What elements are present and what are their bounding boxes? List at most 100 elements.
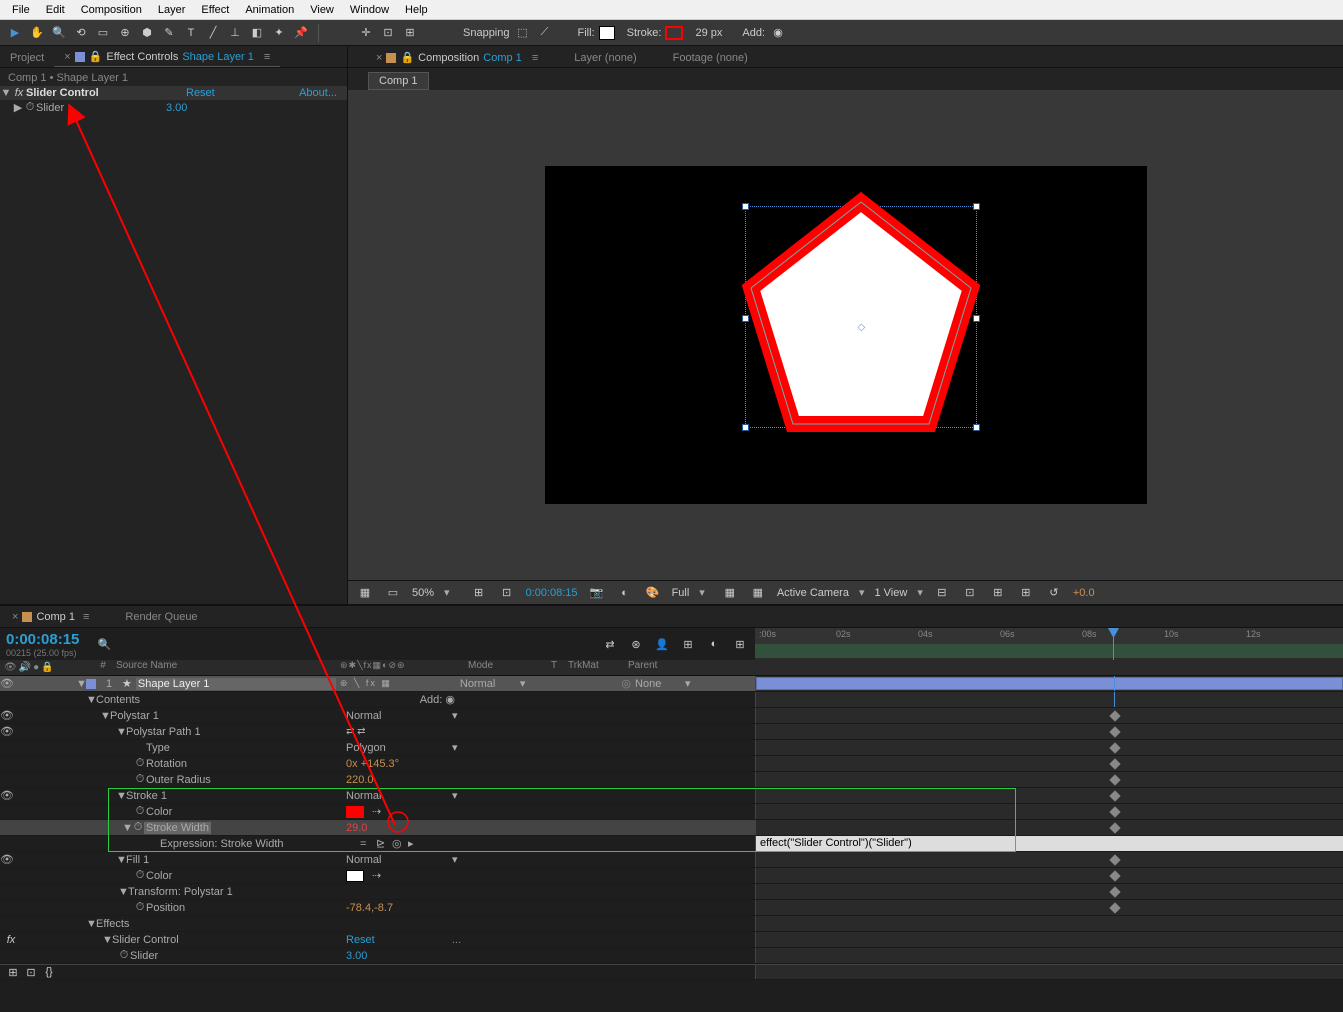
toggle-mask-icon[interactable]: ▭ — [384, 584, 402, 602]
layer-switches[interactable]: ⊛ ╲ fx ▦ — [336, 678, 460, 689]
slider-param-row[interactable]: ⏱Slider 3.00 — [0, 948, 1343, 964]
pixel-aspect-icon[interactable]: ⊟ — [933, 584, 951, 602]
lock-col-icon[interactable]: 🔒 — [41, 662, 53, 673]
expression-row[interactable]: Expression: Stroke Width = ⊵ ◎ ▸ effect(… — [0, 836, 1343, 852]
twirl-down-icon[interactable]: ▼ — [86, 918, 96, 930]
dropdown-icon[interactable]: ▾ — [452, 789, 458, 802]
flowchart-icon[interactable]: ⊞ — [1017, 584, 1035, 602]
toggle-modes-icon[interactable]: ⊡ — [22, 963, 40, 981]
fill-group-row[interactable]: 👁▼Fill 1 Normal▾ — [0, 852, 1343, 868]
video-toggle-icon[interactable]: 👁 — [0, 853, 14, 866]
world-axis-icon[interactable]: ⊡ — [379, 24, 397, 42]
keyframe-icon[interactable] — [1109, 886, 1120, 897]
mode-dropdown-icon[interactable]: ▾ — [520, 677, 526, 690]
menu-layer[interactable]: Layer — [150, 2, 194, 18]
expression-field[interactable]: effect("Slider Control")("Slider") — [756, 836, 1343, 851]
composition-name[interactable]: Comp 1 — [483, 52, 522, 64]
zoom-level[interactable]: 50% — [412, 587, 434, 599]
type-row[interactable]: Type Polygon▾ — [0, 740, 1343, 756]
path-switches[interactable]: ⇄ ⇄ — [346, 726, 366, 737]
zoom-dropdown-icon[interactable]: ▾ — [444, 586, 450, 599]
slider-param-row[interactable]: ▶ ⏱ Slider 3.00 — [0, 100, 347, 115]
layer-name[interactable]: Shape Layer 1 — [136, 678, 336, 690]
stopwatch-icon[interactable]: ⏱ — [134, 869, 146, 882]
menu-edit[interactable]: Edit — [38, 2, 73, 18]
polystar-path-row[interactable]: 👁▼Polystar Path 1 ⇄ ⇄ — [0, 724, 1343, 740]
views-dropdown-icon[interactable]: ▾ — [917, 586, 923, 599]
audio-col-icon[interactable]: 🔊 — [19, 662, 31, 673]
footage-tab[interactable]: Footage (none) — [665, 49, 756, 67]
position-row[interactable]: ⏱Position -78.4,-8.7 — [0, 900, 1343, 916]
add-menu-icon[interactable]: ◉ — [769, 24, 787, 42]
parent-dropdown-icon[interactable]: ▾ — [685, 677, 691, 690]
keyframe-icon[interactable] — [1109, 854, 1120, 865]
rectangle-tool-icon[interactable]: ⬢ — [138, 24, 156, 42]
current-timecode[interactable]: 0:00:08:15 — [6, 631, 79, 648]
transform-polystar-row[interactable]: ▼Transform: Polystar 1 — [0, 884, 1343, 900]
stopwatch-icon[interactable]: ⏱ — [134, 901, 146, 914]
keyframe-icon[interactable] — [1109, 710, 1120, 721]
slider-param-value[interactable]: 3.00 — [166, 102, 187, 114]
stroke-width-value[interactable]: 29.0 — [346, 822, 367, 834]
toggle-in-out-icon[interactable]: {} — [40, 963, 58, 981]
menu-file[interactable]: File — [4, 2, 38, 18]
pentagon-shape[interactable] — [731, 184, 991, 444]
project-tab[interactable]: Project — [0, 49, 54, 67]
add-menu-icon[interactable]: ◉ — [445, 694, 455, 706]
expression-enable-icon[interactable]: = — [360, 838, 366, 850]
menu-view[interactable]: View — [302, 2, 342, 18]
res-dropdown-icon[interactable]: ▾ — [699, 586, 705, 599]
camera-dropdown[interactable]: Active Camera — [777, 587, 849, 599]
fill-swatch[interactable] — [599, 26, 615, 40]
video-toggle-icon[interactable]: 👁 — [0, 789, 14, 802]
time-ruler[interactable]: :00s 02s 04s 06s 08s 10s 12s — [755, 628, 1343, 644]
keyframe-icon[interactable] — [1109, 902, 1120, 913]
blend-mode-dropdown[interactable]: Normal — [460, 678, 520, 690]
fx-icon[interactable]: fx — [12, 87, 26, 99]
stopwatch-icon[interactable]: ⏱ — [134, 757, 146, 770]
effect-controls-tab[interactable]: × 🔒 Effect Controls Shape Layer 1 ≡ — [54, 47, 280, 67]
playhead[interactable] — [1113, 628, 1114, 660]
position-value[interactable]: -78.4,-8.7 — [346, 902, 393, 914]
stroke-color-swatch[interactable] — [346, 806, 364, 818]
video-toggle-icon[interactable]: 👁 — [0, 677, 14, 690]
composition-tab[interactable]: × 🔒 Composition Comp 1 ≡ — [368, 48, 546, 67]
panel-menu-icon[interactable]: ≡ — [264, 51, 270, 63]
snap-edge-icon[interactable]: ⟋ — [536, 24, 554, 42]
group-blend-mode[interactable]: Normal — [346, 710, 381, 722]
fill-blend-mode[interactable]: Normal — [346, 854, 381, 866]
snapshot-icon[interactable]: 📷 — [588, 584, 606, 602]
keyframe-icon[interactable] — [1109, 790, 1120, 801]
outer-radius-value[interactable]: 220.0 — [346, 774, 374, 786]
brush-tool-icon[interactable]: ╱ — [204, 24, 222, 42]
views-dropdown[interactable]: 1 View — [875, 587, 908, 599]
motion-blur-icon[interactable]: ◐ — [705, 635, 723, 653]
stroke-color-row[interactable]: ⏱Color ⇢ — [0, 804, 1343, 820]
toggle-alpha-icon[interactable]: ▦ — [356, 584, 374, 602]
local-axis-icon[interactable]: ✛ — [357, 24, 375, 42]
twirl-down-icon[interactable]: ▼ — [0, 87, 12, 99]
search-icon[interactable]: 🔍 — [95, 635, 113, 653]
timeline-comp-tab[interactable]: × Comp 1 ≡ — [4, 608, 97, 626]
dropdown-icon[interactable]: ▾ — [452, 741, 458, 754]
effect-options-icon[interactable]: ... — [452, 934, 461, 946]
stopwatch-icon[interactable]: ⏱ — [134, 773, 146, 786]
expression-language-menu-icon[interactable]: ▸ — [408, 837, 414, 850]
reset-exposure-icon[interactable]: ↺ — [1045, 584, 1063, 602]
composition-canvas[interactable]: ◇ — [545, 166, 1147, 504]
render-queue-tab[interactable]: Render Queue — [117, 608, 205, 626]
fill-color-row[interactable]: ⏱Color ⇢ — [0, 868, 1343, 884]
parent-dropdown[interactable]: None — [635, 678, 685, 690]
keyframe-icon[interactable] — [1109, 758, 1120, 769]
expression-pickwhip-icon[interactable]: ◎ — [392, 837, 402, 850]
stroke-blend-mode[interactable]: Normal — [346, 790, 381, 802]
toggle-switches-icon[interactable]: ⊞ — [4, 963, 22, 981]
fast-preview-icon[interactable]: ⊡ — [961, 584, 979, 602]
outer-radius-row[interactable]: ⏱Outer Radius 220.0 — [0, 772, 1343, 788]
about-link[interactable]: About... — [299, 87, 337, 99]
snapping-toggle-icon[interactable]: ⬚ — [514, 24, 532, 42]
keyframe-icon[interactable] — [1109, 742, 1120, 753]
stopwatch-icon[interactable]: ⏱ — [24, 101, 36, 114]
stopwatch-icon[interactable]: ⏱ — [132, 821, 144, 834]
exposure-value[interactable]: +0.0 — [1073, 587, 1095, 599]
